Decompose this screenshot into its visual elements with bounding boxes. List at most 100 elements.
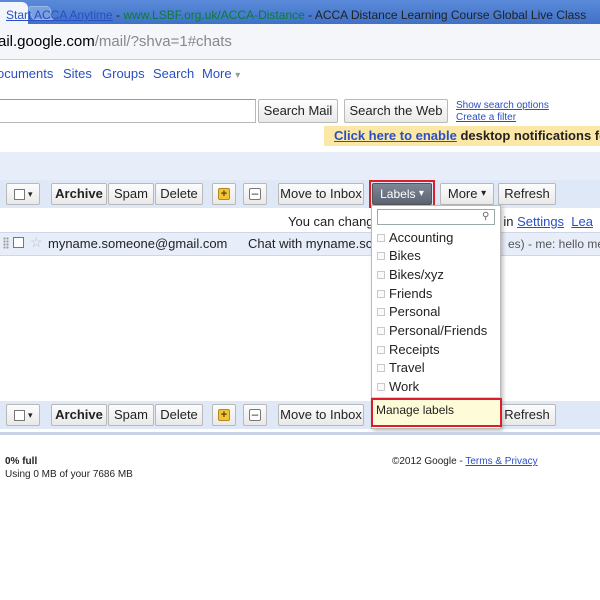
minus-icon: – xyxy=(249,408,261,421)
label-checkbox[interactable] xyxy=(377,252,385,260)
drag-handle-icon[interactable] xyxy=(3,237,9,249)
ad-url[interactable]: www.LSBF.org.uk/ACCA-Distance xyxy=(123,8,304,22)
ad-separator: - xyxy=(112,8,124,22)
more-button[interactable]: More ▾ xyxy=(440,183,494,205)
url-host: ail.google.com xyxy=(0,33,95,50)
archive-button[interactable]: Archive xyxy=(51,404,107,426)
gbar-link-documents[interactable]: ocuments xyxy=(0,66,53,82)
gbar-more-label: More xyxy=(202,66,232,81)
spam-button[interactable]: Spam xyxy=(108,183,154,205)
label-checkbox[interactable] xyxy=(377,308,385,316)
label-item-bikes-xyz[interactable]: Bikes/xyz xyxy=(375,266,497,284)
storage-usage-text: Using 0 MB of your 7686 MB xyxy=(5,469,133,480)
label-item-text: Personal xyxy=(389,304,441,319)
info-text-end: ns in Settings Lea xyxy=(486,214,593,230)
label-checkbox[interactable] xyxy=(377,290,385,298)
label-item-accounting[interactable]: Accounting xyxy=(375,229,497,247)
search-input[interactable] xyxy=(0,99,256,123)
label-item-text: Bikes xyxy=(389,248,421,263)
search-mail-button[interactable]: Search Mail xyxy=(258,99,338,123)
search-icon: ⚲ xyxy=(482,211,490,222)
label-checkbox[interactable] xyxy=(377,327,385,335)
move-to-inbox-button[interactable]: Move to Inbox xyxy=(278,404,364,426)
mail-subject[interactable]: Chat with myname.so xyxy=(248,236,373,252)
label-item-travel[interactable]: Travel xyxy=(375,359,497,377)
label-checkbox[interactable] xyxy=(377,234,385,242)
checkbox-icon xyxy=(14,410,25,421)
star-icon[interactable]: ☆ xyxy=(30,234,43,250)
enable-notifications-link[interactable]: Click here to enable xyxy=(334,128,457,143)
label-item-text: Friends xyxy=(389,286,433,301)
labels-highlight-box xyxy=(369,180,435,208)
mark-important-button[interactable]: + xyxy=(212,183,236,205)
notification-banner: Click here to enable desktop notificatio… xyxy=(324,126,600,146)
chevron-down-icon: ▾ xyxy=(28,410,33,420)
label-item-friends[interactable]: Friends xyxy=(375,285,497,303)
mail-sender[interactable]: myname.someone@gmail.com xyxy=(48,236,227,252)
label-checkbox[interactable] xyxy=(377,346,385,354)
ad-title-link[interactable]: Start ACCA Anytime xyxy=(6,8,113,22)
chevron-down-icon: ▾ xyxy=(28,189,33,199)
chevron-down-icon: ▾ xyxy=(481,188,487,199)
gbar-link-search[interactable]: Search xyxy=(153,66,194,82)
storage-usage-percent: 0% full xyxy=(5,456,38,467)
label-checkbox[interactable] xyxy=(377,383,385,391)
ad-separator: - xyxy=(304,8,315,22)
search-web-button[interactable]: Search the Web xyxy=(344,99,448,123)
select-checkbox-button[interactable]: ▾ xyxy=(6,404,40,426)
important-plus-icon: + xyxy=(218,188,230,200)
copyright-text: ©2012 Google - xyxy=(392,456,466,467)
notification-text: desktop notifications for xyxy=(456,128,600,143)
toolbar-bottom: ▾ Archive Spam Delete + – Move to Inbox … xyxy=(0,401,600,429)
minus-icon: – xyxy=(249,187,261,200)
mark-important-button[interactable]: + xyxy=(212,404,236,426)
more-button-label: More xyxy=(447,186,478,201)
create-filter-link[interactable]: Create a filter xyxy=(456,112,516,124)
label-item-work[interactable]: Work xyxy=(375,378,497,396)
label-item-bikes[interactable]: Bikes xyxy=(375,247,497,265)
settings-link[interactable]: Settings xyxy=(517,214,564,229)
chevron-down-icon: ▾ xyxy=(235,70,241,81)
footer-copyright: ©2012 Google - Terms & Privacy xyxy=(392,456,538,468)
gbar-link-more[interactable]: More ▾ xyxy=(202,66,240,84)
learn-more-link[interactable]: Lea xyxy=(571,214,593,229)
delete-button[interactable]: Delete xyxy=(155,183,203,205)
row-checkbox[interactable] xyxy=(13,237,24,248)
move-to-inbox-button[interactable]: Move to Inbox xyxy=(278,183,364,205)
google-bar: ocuments Sites Groups Search More ▾ xyxy=(0,60,600,86)
gbar-link-sites[interactable]: Sites xyxy=(63,66,92,82)
label-item-text: Accounting xyxy=(389,230,454,245)
checkbox-icon xyxy=(14,189,25,200)
info-text: You can chang xyxy=(288,214,374,229)
manage-labels-highlight-box xyxy=(371,398,502,427)
archive-button[interactable]: Archive xyxy=(51,183,107,205)
label-item-personal[interactable]: Personal xyxy=(375,303,497,321)
spam-button[interactable]: Spam xyxy=(108,404,154,426)
refresh-button[interactable]: Refresh xyxy=(498,183,556,205)
label-item-text: Travel xyxy=(389,360,425,375)
gbar-link-groups[interactable]: Groups xyxy=(102,66,145,82)
label-checkbox[interactable] xyxy=(377,364,385,372)
important-plus-icon: + xyxy=(218,409,230,421)
label-checkbox[interactable] xyxy=(377,271,385,279)
label-item-text: Personal/Friends xyxy=(389,323,488,338)
show-search-options-link[interactable]: Show search options xyxy=(456,100,549,112)
delete-button[interactable]: Delete xyxy=(155,404,203,426)
mail-snippet[interactable]: es) - me: hello me xyxy=(508,236,600,252)
label-item-receipts[interactable]: Receipts xyxy=(375,341,497,359)
select-checkbox-button[interactable]: ▾ xyxy=(6,183,40,205)
url-path: /mail/?shva=1#chats xyxy=(94,33,232,50)
terms-privacy-link[interactable]: Terms & Privacy xyxy=(465,456,537,467)
footer-divider xyxy=(0,432,600,435)
label-search-input[interactable] xyxy=(377,209,495,225)
ad-description: ACCA Distance Learning Course Global Liv… xyxy=(314,8,587,22)
refresh-button[interactable]: Refresh xyxy=(498,404,556,426)
address-bar[interactable]: ail.google.com/mail/?shva=1#chats xyxy=(0,24,600,60)
toolbar-top: ▾ Archive Spam Delete + – Move to Inbox … xyxy=(0,180,600,208)
label-item-text: Bikes/xyz xyxy=(389,267,444,282)
mark-not-important-button[interactable]: – xyxy=(243,404,267,426)
url-text[interactable]: ail.google.com/mail/?shva=1#chats xyxy=(0,32,232,52)
label-item-personal-friends[interactable]: Personal/Friends xyxy=(375,322,497,340)
mark-not-important-button[interactable]: – xyxy=(243,183,267,205)
ad-text: Start ACCA Anytime - www.LSBF.org.uk/ACC… xyxy=(6,8,586,22)
